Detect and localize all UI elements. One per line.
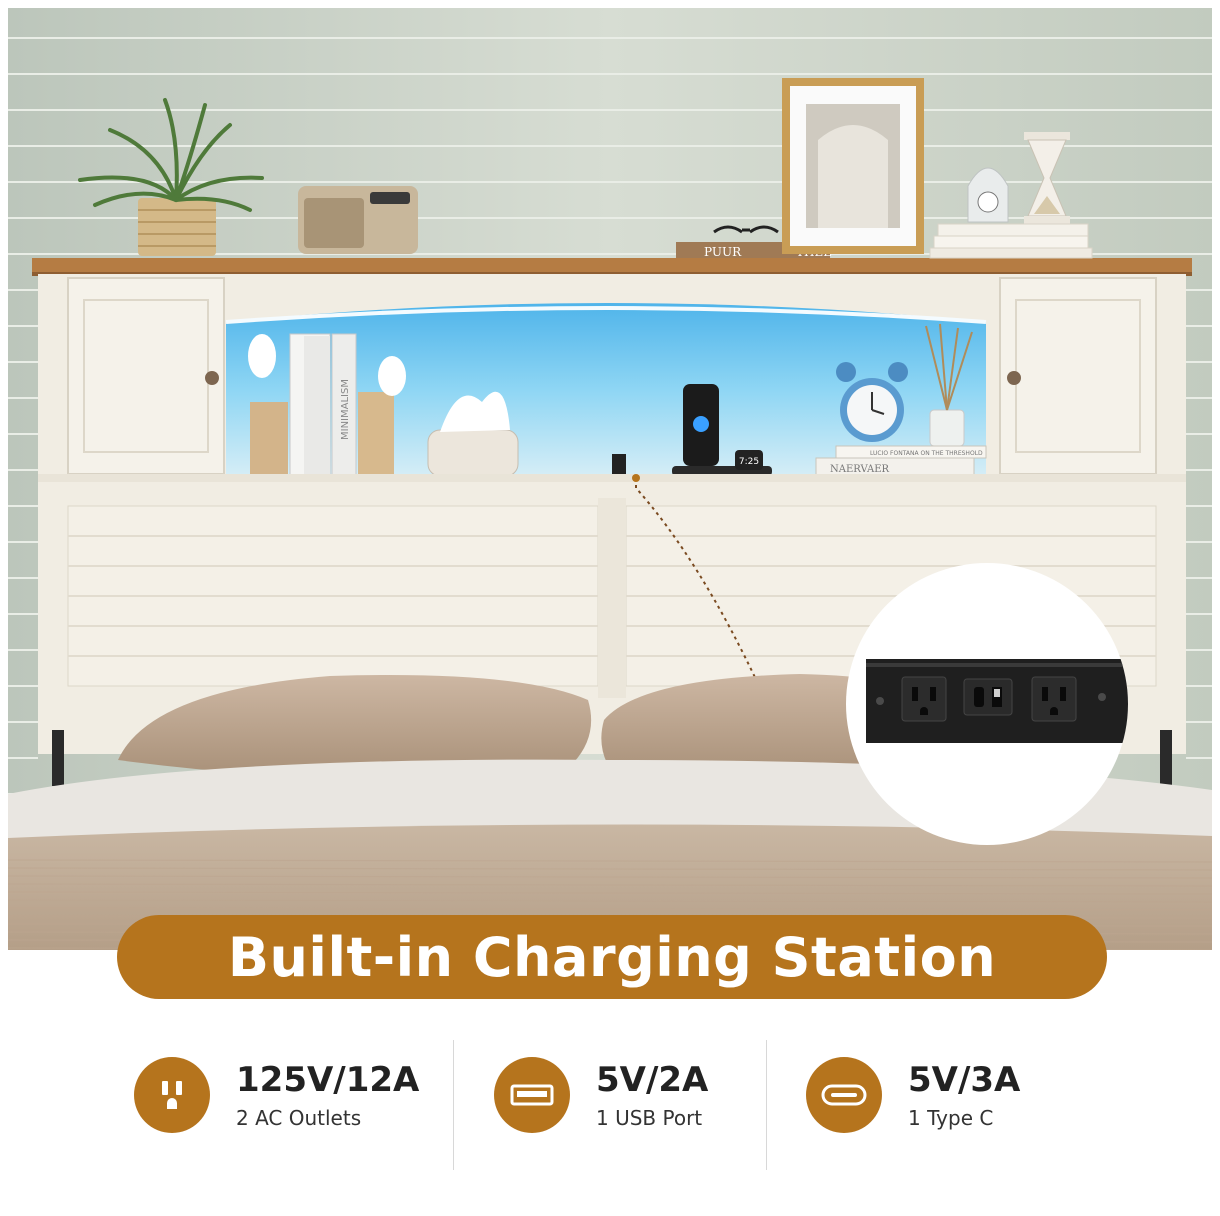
ac-outlet-right bbox=[1031, 676, 1077, 722]
product-image: PUUR THEE bbox=[0, 0, 1220, 1216]
svg-text:7:25: 7:25 bbox=[739, 457, 759, 467]
title-banner: Built-in Charging Station bbox=[117, 915, 1107, 999]
svg-text:NAERVAER: NAERVAER bbox=[830, 464, 890, 475]
led-shelf: MINIMALISM 7:25 NAERVAER LUCIO FONTANA O… bbox=[225, 303, 987, 478]
right-cabinet bbox=[999, 277, 1157, 475]
top-shelf bbox=[32, 258, 1192, 274]
glass-cloche bbox=[967, 167, 1009, 223]
banner-title: Built-in Charging Station bbox=[227, 925, 997, 989]
spec-value: 5V/2A bbox=[596, 1060, 709, 1100]
spec-type-c: 5V/3A 1 Type C bbox=[806, 1055, 1020, 1135]
divider bbox=[453, 1040, 454, 1170]
usb-ports bbox=[963, 678, 1013, 716]
outlet-zoom-inset bbox=[846, 563, 1128, 845]
book-stack-right bbox=[929, 223, 1093, 259]
ac-outlet-left bbox=[901, 676, 947, 722]
picture-frame bbox=[782, 78, 924, 254]
divider bbox=[766, 1040, 767, 1170]
left-cabinet bbox=[67, 277, 225, 475]
svg-text:MINIMALISM: MINIMALISM bbox=[340, 379, 351, 440]
ac-outlet-icon bbox=[134, 1057, 210, 1133]
spec-value: 5V/3A bbox=[908, 1060, 1021, 1100]
svg-text:PUUR: PUUR bbox=[704, 245, 742, 259]
spec-label: 2 AC Outlets bbox=[236, 1106, 362, 1130]
spec-value: 125V/12A bbox=[236, 1060, 420, 1100]
spec-ac-outlets: 125V/12A 2 AC Outlets bbox=[134, 1055, 419, 1135]
radio bbox=[298, 186, 418, 254]
spec-label: 1 Type C bbox=[908, 1106, 994, 1130]
spec-label: 1 USB Port bbox=[596, 1106, 703, 1130]
type-c-port-icon bbox=[806, 1057, 882, 1133]
spec-usb-port: 5V/2A 1 USB Port bbox=[494, 1055, 708, 1135]
svg-text:LUCIO FONTANA ON THE THRESHOLD: LUCIO FONTANA ON THE THRESHOLD bbox=[870, 450, 983, 457]
usb-port-icon bbox=[494, 1057, 570, 1133]
